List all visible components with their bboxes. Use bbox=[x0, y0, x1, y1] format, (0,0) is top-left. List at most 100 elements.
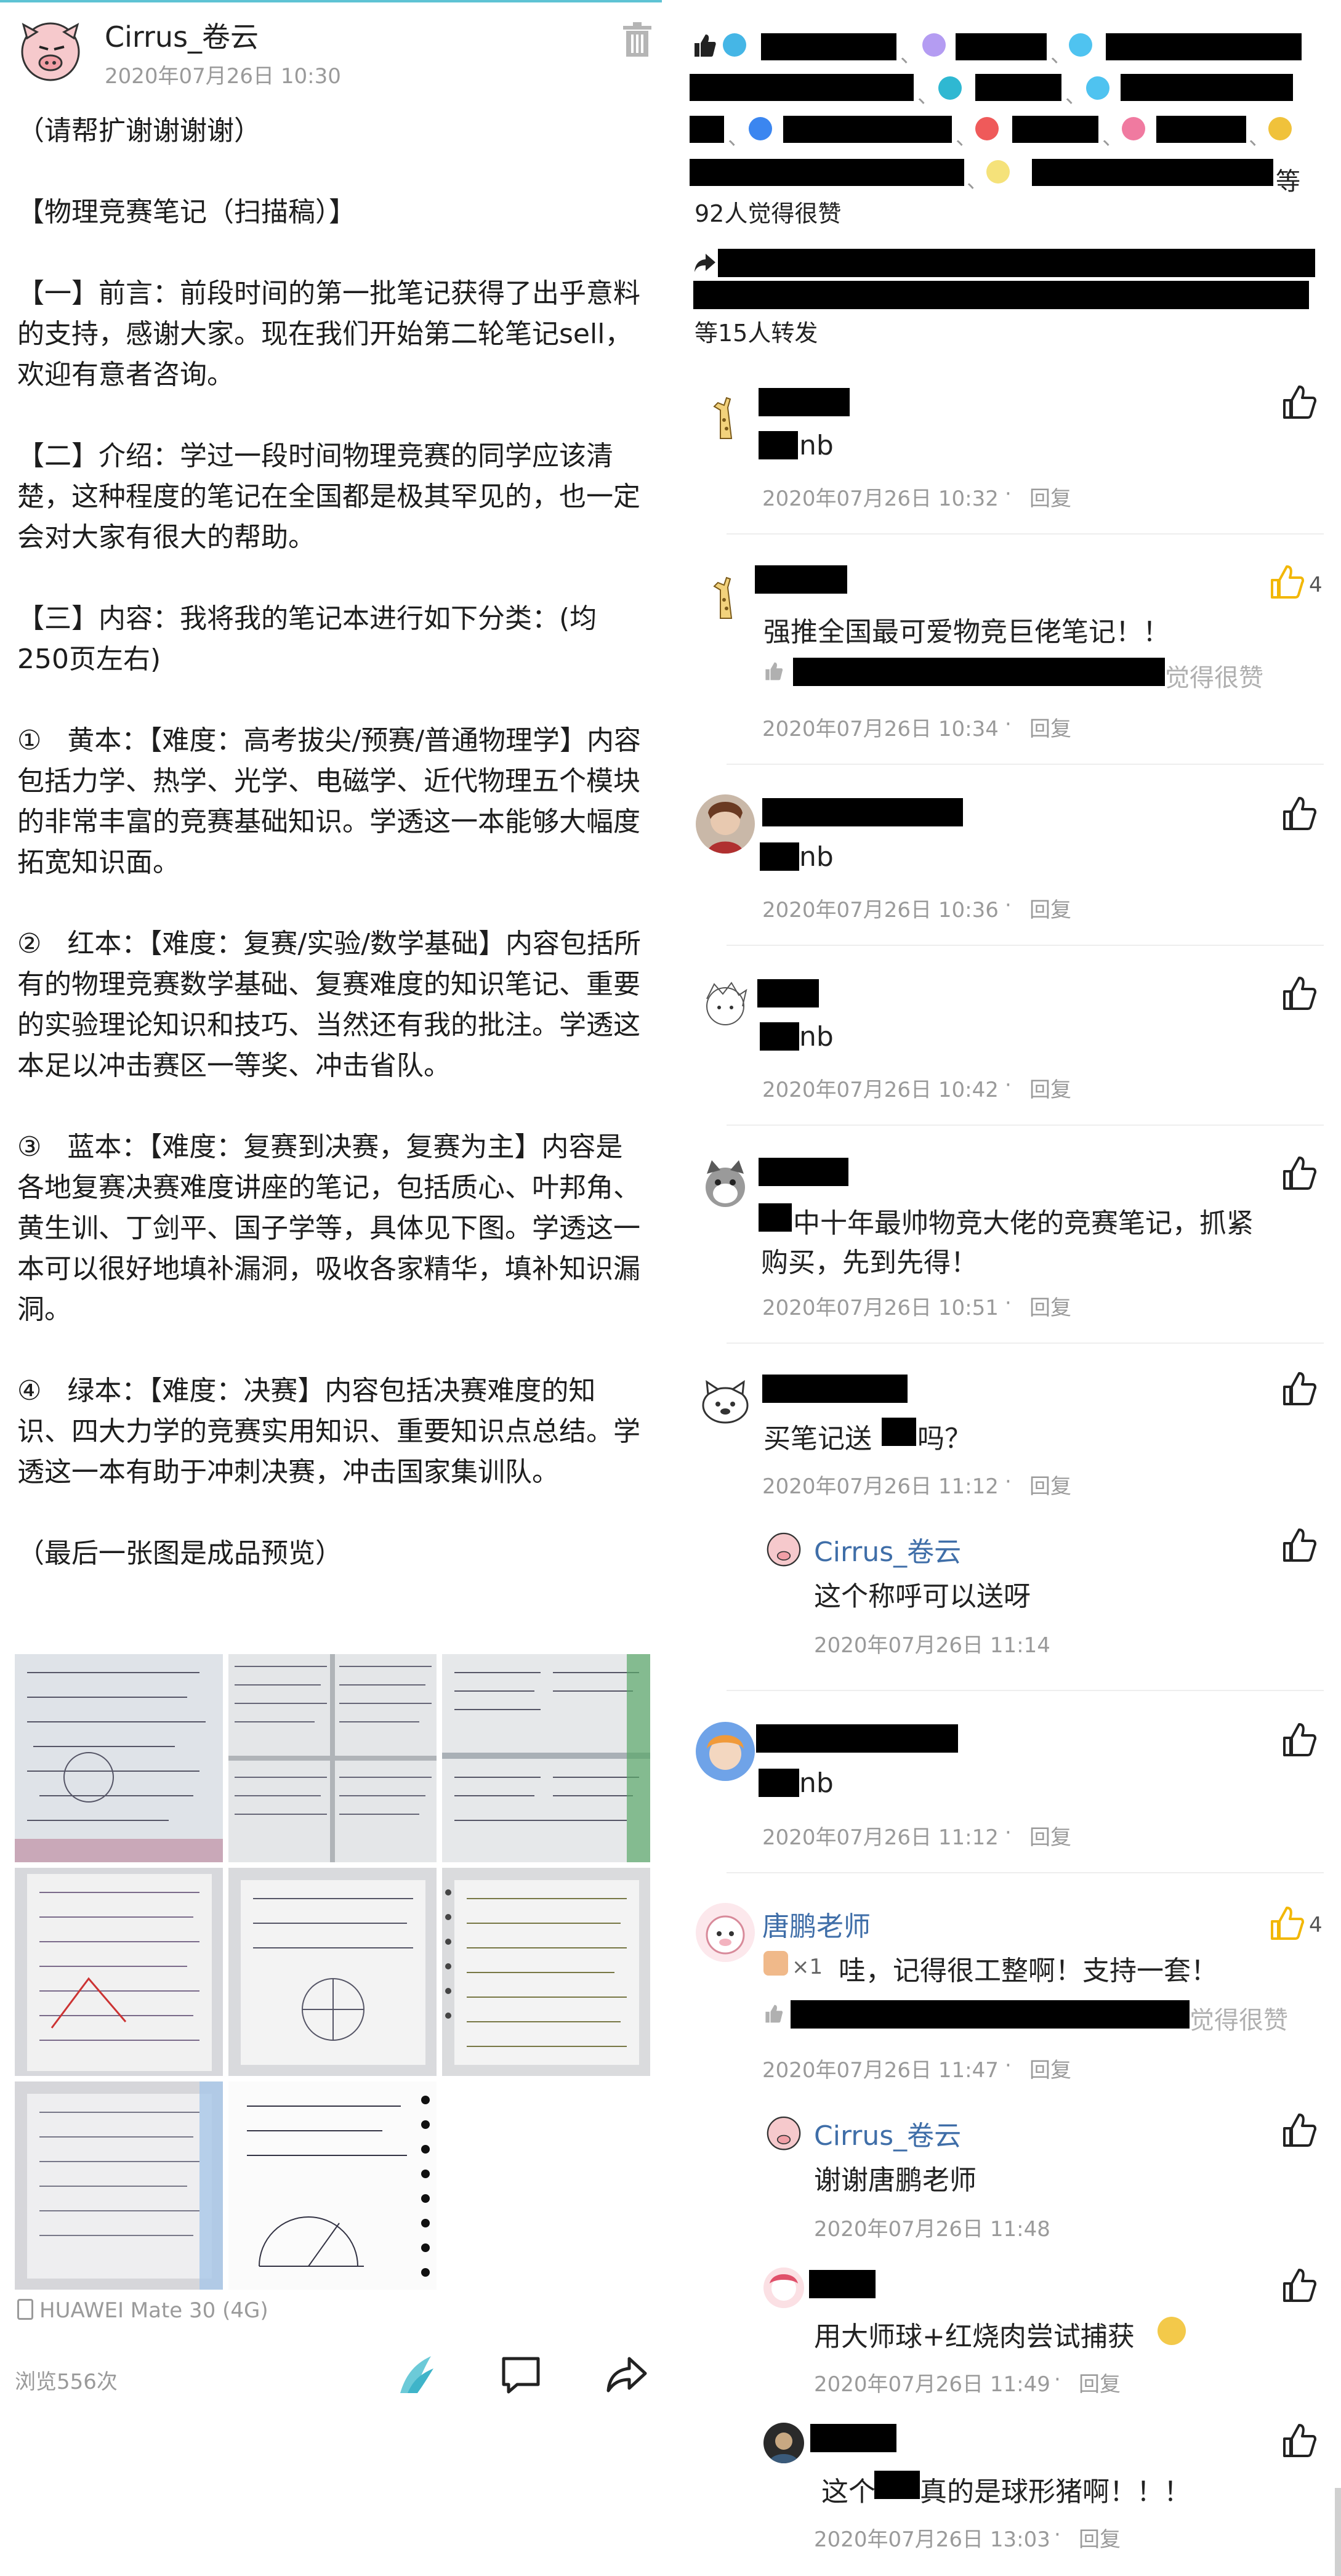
comment-time: 2020年07月26日 11:47 bbox=[762, 2058, 999, 2083]
reply-text-tail: 真的是球形猪啊！！！ bbox=[920, 2476, 1191, 2508]
note-image-8[interactable] bbox=[228, 2081, 437, 2290]
reply-author-name[interactable]: Cirrus_卷云 bbox=[814, 2114, 961, 2153]
redacted-name bbox=[718, 249, 1315, 277]
thumb-up-icon[interactable] bbox=[1281, 1155, 1318, 1192]
commenter-avatar[interactable] bbox=[696, 1155, 755, 1214]
thumb-up-icon[interactable] bbox=[1281, 2423, 1318, 2460]
reply-author-name[interactable] bbox=[809, 2270, 876, 2298]
commenter-avatar[interactable] bbox=[696, 565, 755, 624]
reply-author-name[interactable]: Cirrus_卷云 bbox=[814, 1530, 961, 1569]
reply-text: 这个称呼可以送呀 bbox=[814, 1581, 1031, 1612]
divider bbox=[727, 1690, 1324, 1691]
like-count: 4 bbox=[1309, 573, 1323, 597]
share-icon[interactable] bbox=[605, 2352, 649, 2397]
note-image-7[interactable] bbox=[15, 2081, 223, 2290]
redacted-name bbox=[761, 33, 896, 60]
reply-author-avatar[interactable] bbox=[763, 1528, 804, 1569]
app-logo-icon[interactable] bbox=[394, 2352, 438, 2397]
user-badge-icon bbox=[1268, 117, 1292, 140]
author-name[interactable]: Cirrus_卷云 bbox=[105, 15, 259, 55]
reply-author-avatar[interactable] bbox=[763, 2423, 804, 2463]
thumb-up-icon[interactable] bbox=[1281, 796, 1318, 833]
liked-suffix: 觉得很赞 bbox=[1190, 2006, 1288, 2035]
reply-button[interactable]: 回复 bbox=[1029, 1469, 1071, 1500]
comment-text: 哇，记得很工整啊！支持一套！ bbox=[839, 1955, 1218, 1987]
thumb-up-icon[interactable] bbox=[1281, 1371, 1318, 1408]
reply-button[interactable]: 回复 bbox=[1029, 1073, 1071, 1103]
reply-button[interactable]: 回复 bbox=[1029, 2053, 1071, 2083]
note-image-2[interactable] bbox=[228, 1654, 437, 1862]
commenter-avatar[interactable] bbox=[696, 1372, 755, 1431]
comment-text: 中十年最帅物竞大佬的竞赛笔记，抓紧 bbox=[793, 1208, 1254, 1239]
gift-icon bbox=[763, 1951, 788, 1976]
commenter-name[interactable] bbox=[759, 1158, 848, 1186]
note-image-3[interactable] bbox=[442, 1654, 650, 1862]
thumb-up-icon[interactable] bbox=[1281, 2267, 1318, 2304]
trash-icon[interactable] bbox=[622, 22, 653, 57]
divider bbox=[727, 764, 1324, 765]
thumb-up-icon[interactable] bbox=[1281, 975, 1318, 1012]
reply-button[interactable]: 回复 bbox=[1029, 1820, 1071, 1851]
redacted-name bbox=[783, 116, 952, 143]
redacted-name bbox=[690, 116, 724, 143]
commenter-name[interactable] bbox=[756, 1724, 958, 1753]
commenter-name[interactable] bbox=[755, 565, 847, 594]
thumb-up-icon[interactable] bbox=[1268, 564, 1305, 601]
liked-suffix: 觉得很赞 bbox=[1165, 664, 1263, 692]
reply-button[interactable]: 回复 bbox=[1029, 482, 1071, 512]
thumb-up-icon[interactable] bbox=[1281, 384, 1318, 421]
commenter-avatar[interactable] bbox=[696, 386, 755, 445]
reply-author-name[interactable] bbox=[810, 2424, 896, 2452]
comment-text: nb bbox=[799, 430, 834, 461]
device-label: HUAWEI Mate 30 (4G) bbox=[17, 2298, 268, 2323]
thumb-up-icon[interactable] bbox=[1268, 1905, 1305, 1942]
commenter-avatar[interactable] bbox=[696, 794, 755, 854]
scrollbar[interactable] bbox=[1335, 2488, 1341, 2576]
repost-icon bbox=[695, 254, 715, 272]
commenter-name[interactable] bbox=[759, 388, 850, 416]
reply-button[interactable]: 回复 bbox=[1029, 893, 1071, 923]
note-image-4[interactable] bbox=[15, 1868, 223, 2076]
small-like-icon bbox=[765, 662, 783, 680]
commenter-name[interactable] bbox=[762, 1375, 908, 1403]
author-avatar[interactable] bbox=[15, 20, 86, 81]
mention-redacted bbox=[760, 1022, 799, 1051]
user-badge-icon bbox=[723, 33, 746, 57]
reply-button[interactable]: 回复 bbox=[1079, 2367, 1121, 2397]
comment-icon[interactable] bbox=[499, 2352, 543, 2397]
like-count[interactable]: 92人觉得很赞 bbox=[695, 195, 841, 228]
emoji-icon bbox=[1158, 2317, 1186, 2345]
note-image-1[interactable] bbox=[15, 1654, 223, 1862]
thumb-up-icon[interactable] bbox=[1281, 1722, 1318, 1759]
share-count[interactable]: 等15人转发 bbox=[695, 314, 818, 348]
mention-redacted bbox=[759, 1203, 792, 1232]
commenter-avatar[interactable] bbox=[696, 1722, 755, 1781]
commenter-name[interactable]: 唐鹏老师 bbox=[762, 1904, 871, 1944]
thumb-up-icon[interactable] bbox=[1281, 1527, 1318, 1564]
commenter-name[interactable] bbox=[762, 798, 963, 826]
commenter-avatar[interactable] bbox=[696, 975, 755, 1035]
commenter-name[interactable] bbox=[757, 979, 819, 1007]
reply-button[interactable]: 回复 bbox=[1079, 2522, 1121, 2553]
user-badge-icon bbox=[986, 160, 1010, 184]
reply-author-avatar[interactable] bbox=[763, 2112, 804, 2153]
reply-button[interactable]: 回复 bbox=[1029, 712, 1071, 742]
mention-redacted bbox=[759, 1769, 799, 1797]
note-image-5[interactable] bbox=[228, 1868, 437, 2076]
reply-button[interactable]: 回复 bbox=[1029, 1291, 1071, 1321]
comment-text: nb bbox=[799, 1021, 834, 1052]
redacted-name bbox=[690, 159, 964, 186]
redacted-name bbox=[1032, 159, 1273, 186]
post-panel: Cirrus_卷云 2020年07月26日 10:30 （请帮扩谢谢谢谢） 【物… bbox=[0, 0, 662, 2576]
user-badge-icon bbox=[1122, 117, 1145, 140]
reply-author-avatar[interactable] bbox=[763, 2267, 804, 2308]
note-image-6[interactable] bbox=[442, 1868, 650, 2076]
commenter-avatar[interactable] bbox=[696, 1903, 755, 1962]
comment-text: nb bbox=[799, 841, 834, 873]
redacted-name bbox=[1156, 116, 1246, 143]
like-icon bbox=[695, 34, 716, 57]
thumb-up-icon[interactable] bbox=[1281, 2112, 1318, 2149]
user-badge-icon bbox=[1086, 76, 1109, 100]
mention-redacted bbox=[882, 1418, 916, 1446]
view-count: 浏览556次 bbox=[15, 2370, 118, 2394]
